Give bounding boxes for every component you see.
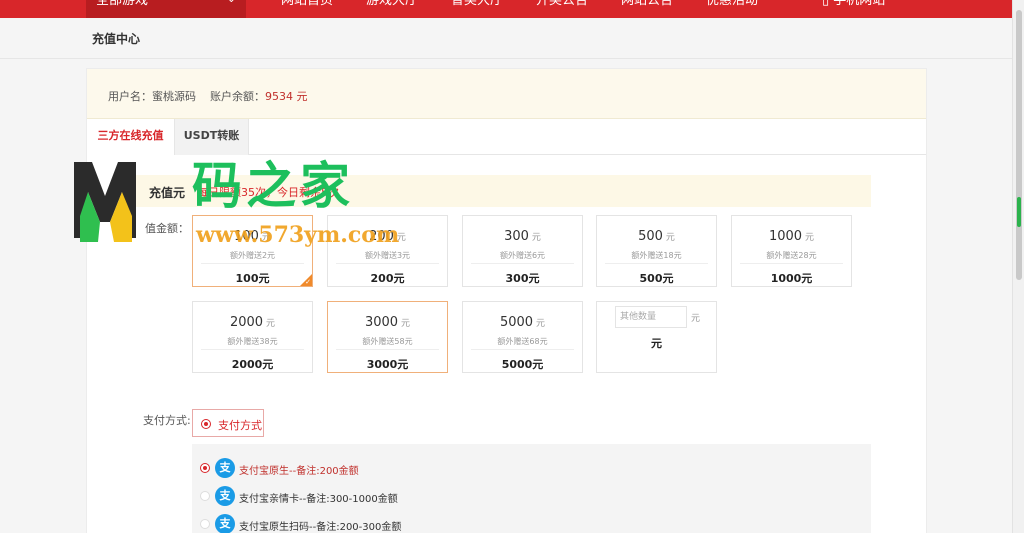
tab-usdt-transfer[interactable]: USDT转账 xyxy=(175,119,249,155)
radio-icon[interactable] xyxy=(200,463,210,473)
card-total: 3000元 xyxy=(366,358,409,371)
payment-option-label: 支付宝原生扫码--备注:200-300金额 xyxy=(239,522,402,533)
custom-unit: 元 xyxy=(691,314,701,324)
nav-home[interactable]: 网站首页 xyxy=(281,0,333,10)
payment-option-label: 支付宝原生--备注:200金额 xyxy=(239,466,359,477)
card-total: 1000元 xyxy=(770,272,813,285)
card-total: 200元 xyxy=(370,272,405,285)
card-amount: 5000 元 xyxy=(499,315,546,330)
payment-options: 支 支付宝原生--备注:200金额 支 支付宝亲情卡--备注:300-1000金… xyxy=(192,444,871,533)
card-amount: 1000 元 xyxy=(768,229,815,244)
card-bonus: 额外赠送6元 xyxy=(499,251,546,260)
custom-amount-card[interactable]: 其他数量 元 元 xyxy=(596,301,717,373)
user-info-bar: 用户名：蜜桃源码 账户余额：9534 元 xyxy=(87,69,926,119)
card-divider xyxy=(471,349,574,350)
nav-mobile-label: 手机网站 xyxy=(833,0,886,8)
card-bonus: 额外赠送2元 xyxy=(229,251,276,260)
nav-draw-announcement[interactable]: 开奖公告 xyxy=(536,0,588,10)
category-label: 全部游戏 xyxy=(96,0,149,8)
nav-game-hall[interactable]: 游戏大厅 xyxy=(366,0,418,10)
card-amount: 300 元 xyxy=(504,229,541,244)
nav-prize-hall[interactable]: 冒奖大厅 xyxy=(451,0,503,10)
card-bonus: 额外赠送18元 xyxy=(631,251,682,260)
card-total: 500元 xyxy=(639,272,674,285)
amount-card-5000[interactable]: 5000 元 额外赠送68元 5000元 xyxy=(462,301,583,373)
nav-mobile-site[interactable]: ▯ 手机网站 xyxy=(822,0,885,10)
account-balance: 9534 元 xyxy=(265,90,308,103)
card-bonus: 额外赠送58元 xyxy=(362,337,413,346)
payment-method-label: 支付方式: xyxy=(143,414,191,427)
custom-amount-input[interactable]: 其他数量 xyxy=(615,306,687,328)
alipay-icon: 支 xyxy=(215,458,235,478)
payment-option-label: 支付宝亲情卡--备注:300-1000金额 xyxy=(239,494,398,505)
card-bonus: 额外赠送38元 xyxy=(227,337,278,346)
amount-card-1000[interactable]: 1000 元 额外赠送28元 1000元 xyxy=(731,215,852,287)
card-amount: 3000 元 xyxy=(364,315,411,330)
card-total: 5000元 xyxy=(501,358,544,371)
amount-card-200[interactable]: 200 元 额外赠送3元 200元 xyxy=(327,215,448,287)
amount-card-3000[interactable]: 3000 元 额外赠送58元 3000元 xyxy=(327,301,448,373)
check-icon: ✓ xyxy=(305,278,311,286)
scroll-indicator xyxy=(1017,197,1021,227)
card-bonus: 额外赠送28元 xyxy=(766,251,817,260)
mobile-icon: ▯ xyxy=(822,0,830,8)
card-divider xyxy=(201,263,304,264)
amount-card-2000[interactable]: 2000 元 额外赠送38元 2000元 xyxy=(192,301,313,373)
card-divider xyxy=(740,263,843,264)
recharge-panel: 用户名：蜜桃源码 账户余额：9534 元 三方在线充值 USDT转账 充值元 每… xyxy=(86,68,927,533)
amount-card-100[interactable]: 100 元 额外赠送2元 100元 ✓ xyxy=(192,215,313,287)
card-divider xyxy=(336,263,439,264)
nav-promotions[interactable]: 优惠活动 xyxy=(706,0,758,10)
card-bonus: 额外赠送3元 xyxy=(364,251,411,260)
card-total: 300元 xyxy=(505,272,540,285)
page-scrollbar[interactable] xyxy=(1012,0,1024,533)
card-divider xyxy=(605,263,708,264)
recharge-tabs: 三方在线充值 USDT转账 xyxy=(87,119,926,155)
radio-selected-icon xyxy=(201,419,211,429)
card-total: 2000元 xyxy=(231,358,274,371)
page-title: 充值中心 xyxy=(92,32,141,46)
radio-icon[interactable] xyxy=(200,519,210,529)
card-amount: 500 元 xyxy=(638,229,675,244)
amount-card-500[interactable]: 500 元 额外赠送18元 500元 xyxy=(596,215,717,287)
nav-site-announcement[interactable]: 网站公告 xyxy=(621,0,673,10)
recharge-notice: 充值元 每日限额35次，今日剩余5次 xyxy=(127,175,871,207)
card-amount: 200 元 xyxy=(369,229,406,244)
custom-total: 元 xyxy=(651,337,662,350)
amount-card-300[interactable]: 300 元 额外赠送6元 300元 xyxy=(462,215,583,287)
card-divider xyxy=(336,349,439,350)
radio-icon[interactable] xyxy=(200,491,210,501)
game-category-dropdown[interactable]: 全部游戏 ⌄ xyxy=(86,0,246,18)
scrollbar-thumb[interactable] xyxy=(1016,10,1022,280)
amount-label: 值金额： xyxy=(145,222,189,235)
card-divider xyxy=(201,349,304,350)
alipay-icon: 支 xyxy=(215,514,235,533)
notice-text: 每日限额35次，今日剩余5次 xyxy=(197,186,339,199)
tab-online-recharge[interactable]: 三方在线充值 xyxy=(87,119,175,155)
payment-method-button[interactable]: 支付方式 xyxy=(192,409,264,437)
user-info-text: 用户名：蜜桃源码 账户余额： xyxy=(108,90,265,103)
top-nav: 全部游戏 ⌄ 网站首页 游戏大厅 冒奖大厅 开奖公告 网站公告 优惠活动 ▯ 手… xyxy=(0,0,1012,18)
card-total: 100元 xyxy=(235,272,270,285)
card-bonus: 额外赠送68元 xyxy=(497,337,548,346)
alipay-icon: 支 xyxy=(215,486,235,506)
card-divider xyxy=(471,263,574,264)
user-info: 用户名：蜜桃源码 账户余额：9534 元 xyxy=(108,88,308,104)
chevron-down-icon: ⌄ xyxy=(227,0,236,8)
card-amount: 2000 元 xyxy=(229,315,276,330)
card-amount: 100 元 xyxy=(234,229,271,244)
payment-method-button-label: 支付方式 xyxy=(218,419,262,432)
notice-label: 充值元 xyxy=(149,186,186,200)
breadcrumb: 充值中心 xyxy=(0,18,1012,59)
